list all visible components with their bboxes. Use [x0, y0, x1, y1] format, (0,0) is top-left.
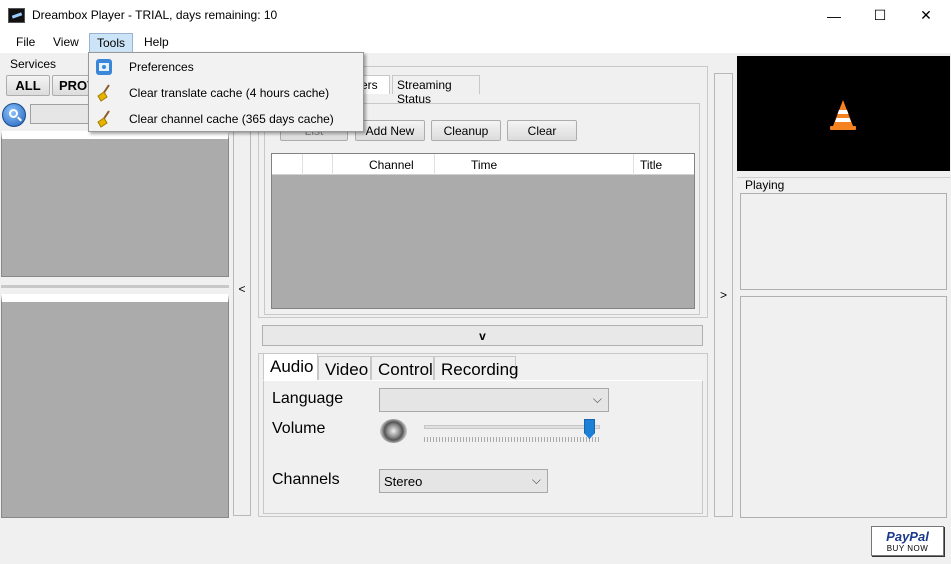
maximize-button[interactable]: ☐	[857, 0, 903, 31]
playing-box	[740, 193, 947, 290]
window-title: Dreambox Player - TRIAL, days remaining:…	[32, 8, 278, 22]
tab-streaming-status[interactable]: Streaming Status	[392, 75, 480, 106]
all-services-button[interactable]: ALL	[6, 75, 50, 96]
info-box	[740, 296, 947, 518]
channels-label: Channels	[272, 471, 340, 488]
column-header-title[interactable]: Title	[634, 154, 694, 175]
timers-table[interactable]: Channel Time Title	[271, 153, 695, 309]
menu-tools[interactable]: Tools	[89, 33, 134, 53]
preferences-icon	[96, 59, 112, 75]
expand-right-button[interactable]: >	[714, 73, 733, 517]
menu-item-preferences[interactable]: Preferences	[89, 55, 363, 79]
vlc-cone-icon	[830, 100, 856, 130]
channels-list[interactable]	[1, 294, 229, 518]
tab-audio[interactable]: Audio	[263, 353, 318, 381]
close-button[interactable]: ✕	[903, 0, 949, 31]
video-preview[interactable]	[737, 56, 950, 171]
services-list[interactable]	[1, 131, 229, 277]
tab-control[interactable]: Control	[371, 356, 434, 382]
paypal-buy-now-label: BUY NOW	[886, 544, 929, 553]
search-icon[interactable]	[2, 103, 26, 127]
clear-button[interactable]: Clear	[507, 120, 577, 141]
column-header-time[interactable]: Time	[435, 154, 634, 175]
broom-icon	[97, 110, 110, 128]
column-header[interactable]	[303, 154, 333, 175]
channels-select[interactable]: Stereo ⌵	[379, 469, 548, 493]
paypal-logo: PayPal	[886, 529, 929, 544]
cleanup-button[interactable]: Cleanup	[431, 120, 501, 141]
volume-slider-track[interactable]	[424, 425, 600, 429]
chevron-down-icon: ⌵	[531, 473, 541, 487]
clear-translate-cache-label: Clear translate cache (4 hours cache)	[129, 86, 330, 100]
paypal-buy-now-button[interactable]: PayPal BUY NOW	[871, 526, 944, 556]
add-new-button[interactable]: Add New	[355, 120, 425, 141]
language-label: Language	[272, 390, 344, 407]
search-input[interactable]	[30, 104, 90, 124]
splitter[interactable]	[1, 285, 229, 288]
clear-channel-cache-label: Clear channel cache (365 days cache)	[129, 112, 334, 126]
table-header: Channel Time Title	[272, 154, 694, 175]
menu-item-clear-channel-cache[interactable]: Clear channel cache (365 days cache)	[89, 107, 363, 131]
collapse-down-button[interactable]: v	[262, 325, 703, 346]
menu-file[interactable]: File	[9, 33, 42, 53]
column-header-channel[interactable]: Channel	[333, 154, 435, 175]
tab-recording[interactable]: Recording	[434, 356, 519, 382]
chevron-down-icon: ⌵	[592, 392, 602, 406]
preferences-label: Preferences	[129, 60, 194, 74]
menu-view[interactable]: View	[46, 33, 86, 53]
channels-value: Stereo	[384, 474, 423, 489]
speaker-icon[interactable]	[380, 419, 407, 443]
tab-video[interactable]: Video	[318, 356, 371, 382]
language-select[interactable]: ⌵	[379, 388, 609, 412]
volume-label: Volume	[272, 420, 326, 437]
volume-ticks	[424, 437, 600, 442]
minimize-button[interactable]: —	[811, 0, 857, 31]
menu-help[interactable]: Help	[137, 33, 176, 53]
playing-label: Playing	[745, 178, 785, 192]
app-icon	[8, 8, 25, 23]
broom-icon	[97, 84, 110, 102]
provider-button[interactable]: PROV	[52, 75, 92, 96]
tools-dropdown: Preferences Clear translate cache (4 hou…	[88, 52, 364, 132]
menu-item-clear-translate-cache[interactable]: Clear translate cache (4 hours cache)	[89, 81, 363, 105]
status-bar	[0, 521, 951, 564]
services-label: Services	[10, 57, 57, 71]
column-header[interactable]	[272, 154, 303, 175]
